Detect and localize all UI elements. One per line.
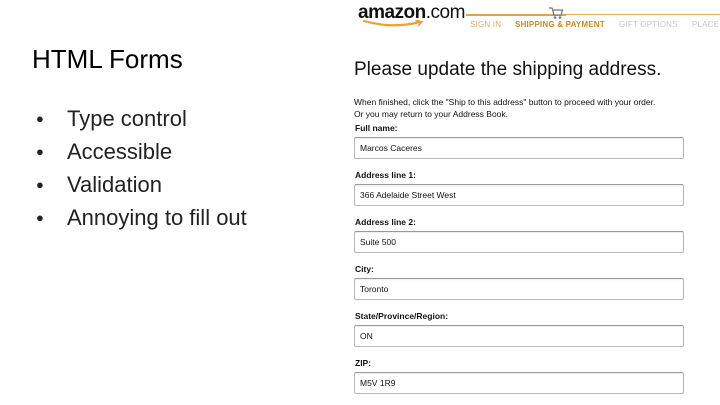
step-sign-in[interactable]: SIGN IN	[470, 20, 501, 29]
checkout-screenshot: amazon.com SIGN IN SHIPPING & PAYMENT GI…	[338, 0, 720, 405]
bullet-dot-icon: ●	[36, 177, 44, 192]
bullet-text: Accessible	[67, 139, 173, 164]
bullet-item: ● Accessible	[36, 135, 247, 168]
logo-tld: .com	[425, 2, 466, 23]
amazon-logo[interactable]: amazon.com	[358, 2, 466, 27]
address-line-2-label: Address line 2:	[355, 217, 416, 227]
state-label: State/Province/Region:	[355, 311, 449, 321]
slide-title: HTML Forms	[32, 44, 183, 74]
bullet-text: Type control	[67, 106, 187, 131]
bullet-item: ● Annoying to fill out	[36, 201, 247, 234]
city-input[interactable]	[354, 278, 684, 300]
step-place-order: PLACE	[692, 20, 720, 29]
bullet-item: ● Type control	[36, 102, 247, 135]
bullet-text: Validation	[67, 172, 162, 197]
step-shipping-payment[interactable]: SHIPPING & PAYMENT	[515, 20, 605, 29]
address-line-1-input[interactable]	[354, 184, 684, 206]
address-line-1-label: Address line 1:	[355, 170, 416, 180]
instruction-line: When finished, click the "Ship to this a…	[354, 97, 656, 107]
instructions: When finished, click the "Ship to this a…	[354, 96, 655, 120]
page-heading: Please update the shipping address.	[354, 59, 662, 80]
bullet-dot-icon: ●	[36, 210, 44, 225]
city-label: City:	[355, 264, 374, 274]
zip-input[interactable]	[354, 372, 684, 394]
full-name-input[interactable]	[354, 137, 684, 159]
step-gift-options: GIFT OPTIONS	[619, 20, 678, 29]
zip-label: ZIP:	[355, 358, 372, 368]
bullet-dot-icon: ●	[36, 111, 44, 126]
state-input[interactable]	[354, 325, 684, 347]
amazon-smile-icon	[362, 20, 424, 27]
bullet-item: ● Validation	[36, 168, 247, 201]
bullet-list: ● Type control ● Accessible ● Validation ● A…	[36, 102, 247, 234]
bullet-dot-icon: ●	[36, 144, 44, 159]
address-line-2-input[interactable]	[354, 231, 684, 253]
bullet-text: Annoying to fill out	[67, 205, 247, 230]
checkout-progress-line	[466, 14, 720, 16]
instruction-line: Or you may return to your Address Book.	[354, 109, 509, 119]
full-name-label: Full name:	[355, 123, 398, 133]
